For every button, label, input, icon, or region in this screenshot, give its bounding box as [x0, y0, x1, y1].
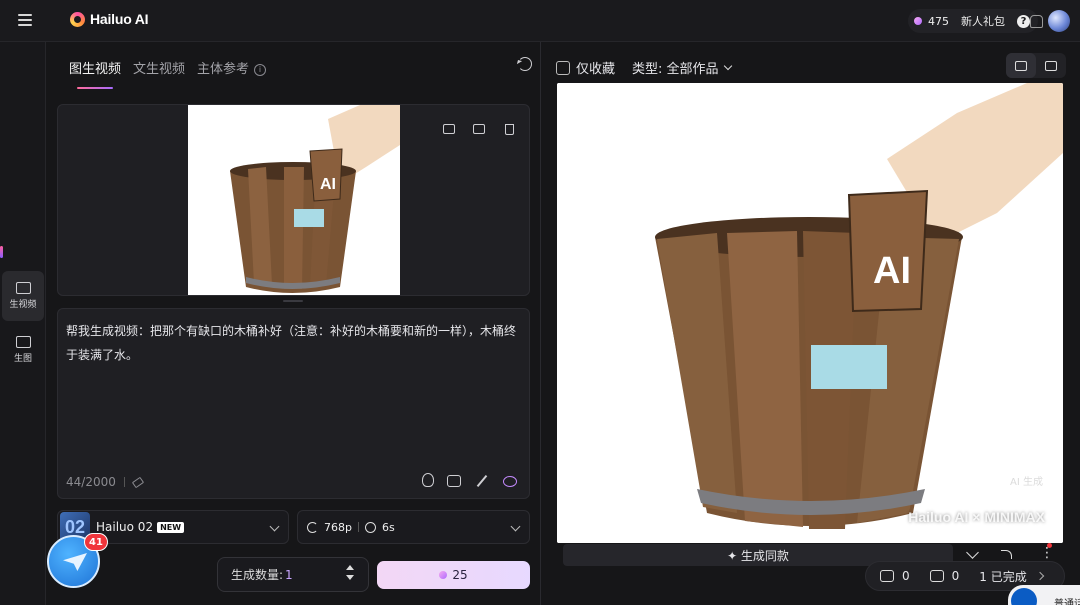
video-spec-selector[interactable]: 768p 6s — [297, 510, 530, 544]
top-bar: Hailuo AI 475 新人礼包 ? — [0, 0, 1080, 42]
type-filter-label: 类型: 全部作品 — [632, 62, 719, 77]
logo-text: Hailuo AI — [90, 11, 149, 27]
video-create-icon — [15, 282, 31, 294]
clear-prompt-icon[interactable] — [131, 476, 144, 488]
resolution-icon — [307, 521, 318, 533]
view-toggle — [1006, 53, 1066, 78]
video-preview[interactable]: AI AI 生成 Hailuo AI × MINIMAX — [557, 83, 1063, 543]
tab-subject-reference[interactable]: 主体参考 i — [197, 58, 267, 89]
watermark: Hailuo AI × MINIMAX — [908, 509, 1045, 525]
mode-tabs: 图生视频 文生视频 主体参考 i — [69, 58, 267, 89]
logo[interactable]: Hailuo AI — [70, 11, 149, 27]
image-add-icon — [443, 124, 455, 134]
clock-icon — [364, 521, 376, 533]
notification-badge: 41 — [84, 533, 108, 551]
video-task-count: 0 — [902, 569, 910, 583]
favorites-filter[interactable]: 仅收藏 — [556, 58, 615, 77]
image-ai-text: AI — [320, 176, 336, 193]
info-icon[interactable]: i — [254, 64, 267, 76]
duration-value: 6s — [381, 520, 395, 534]
ai-generated-mark: AI 生成 — [1010, 477, 1043, 488]
credits-value: 475 — [928, 14, 949, 28]
video-task-icon — [880, 570, 894, 582]
credits-bar[interactable]: 475 新人礼包 ? — [908, 9, 1038, 33]
char-count: 44/2000 — [66, 475, 116, 489]
preview-ai-text: AI — [873, 250, 911, 292]
rail-item-label: 生图 — [13, 354, 32, 364]
split-view-button[interactable] — [1036, 53, 1066, 78]
panel-divider — [540, 42, 541, 605]
ai-optimize-icon[interactable] — [503, 476, 517, 487]
list-view-button[interactable] — [1006, 53, 1036, 78]
chevron-down-icon — [510, 521, 521, 532]
image-task-count: 0 — [951, 569, 960, 583]
quantity-label: 生成数量: — [231, 568, 284, 582]
bird-icon — [63, 553, 87, 571]
refresh-icon[interactable] — [518, 57, 532, 71]
completed-count: 1 已完成 — [979, 569, 1027, 584]
favorites-label: 仅收藏 — [576, 62, 616, 77]
chevron-right-icon — [1035, 571, 1044, 581]
notification-bell-icon[interactable] — [1030, 15, 1043, 28]
generate-cost: 25 — [452, 568, 468, 582]
chevron-down-icon — [723, 61, 732, 70]
reference-image-card: AI — [57, 104, 530, 296]
increment-icon[interactable] — [346, 565, 354, 570]
favorites-checkbox[interactable] — [556, 60, 570, 75]
gem-icon — [914, 17, 922, 25]
rail-item-label: 生视频 — [9, 300, 37, 310]
decrement-icon[interactable] — [346, 575, 354, 580]
split-view-icon — [1045, 60, 1057, 71]
delete-image-button[interactable] — [499, 119, 519, 139]
camera-movement-icon[interactable] — [447, 475, 461, 487]
trash-icon — [504, 123, 514, 135]
chevron-down-icon — [269, 521, 280, 532]
inspiration-bulb-icon[interactable] — [422, 473, 434, 487]
type-filter-dropdown[interactable]: 类型: 全部作品 — [632, 58, 732, 77]
stepper-arrows — [346, 565, 354, 585]
avatar[interactable] — [1048, 10, 1070, 32]
newcomer-gift-link[interactable]: 新人礼包 — [961, 13, 1005, 29]
image-edit-icon — [473, 124, 485, 134]
rail-item-video[interactable]: 生视频 — [2, 271, 44, 321]
rail-active-indicator — [0, 246, 3, 258]
prompt-tools — [420, 473, 517, 489]
list-view-icon — [1015, 60, 1027, 71]
model-name: Hailuo 02 — [96, 520, 154, 534]
prompt-input[interactable]: 帮我生成视频：把那个有缺口的木桶补好（注意：补好的木桶要和新的一样），木桶终于装… — [57, 308, 530, 499]
image-task-icon — [929, 570, 944, 582]
bucket-illustration: AI — [188, 105, 400, 295]
menu-icon[interactable] — [17, 12, 35, 28]
generate-button[interactable]: 25 — [377, 561, 530, 589]
reference-image[interactable]: AI — [188, 105, 400, 295]
edit-image-button[interactable] — [469, 119, 489, 139]
resize-handle[interactable] — [283, 300, 303, 302]
prompt-text[interactable]: 帮我生成视频：把那个有缺口的木桶补好（注意：补好的木桶要和新的一样），木桶终于装… — [66, 319, 524, 367]
rail-item-image[interactable]: 生图 — [2, 325, 44, 375]
gem-icon — [439, 571, 448, 579]
replace-image-button[interactable] — [439, 119, 459, 139]
new-badge: NEW — [157, 521, 185, 533]
tab-subject-reference-label: 主体参考 — [197, 62, 250, 77]
tab-text-to-video[interactable]: 文生视频 — [133, 58, 185, 89]
tab-image-to-video[interactable]: 图生视频 — [69, 58, 121, 89]
image-create-icon — [15, 336, 31, 348]
bucket-preview-image: AI — [557, 83, 1063, 543]
resolution-value: 768p — [324, 520, 352, 534]
help-icon[interactable]: ? — [1017, 14, 1030, 28]
quantity-value[interactable]: 1 — [285, 568, 293, 582]
prompt-enhance-wand-icon[interactable] — [474, 473, 490, 489]
divider — [123, 477, 125, 487]
char-counter: 44/2000 — [66, 475, 144, 489]
quantity-stepper[interactable]: 生成数量: 1 — [217, 557, 369, 592]
left-rail: 生视频 生图 — [0, 42, 46, 605]
divider — [357, 522, 359, 532]
image-card-tools — [439, 119, 519, 139]
hailuo-logo-icon — [70, 11, 85, 27]
unread-dot — [1047, 543, 1052, 548]
